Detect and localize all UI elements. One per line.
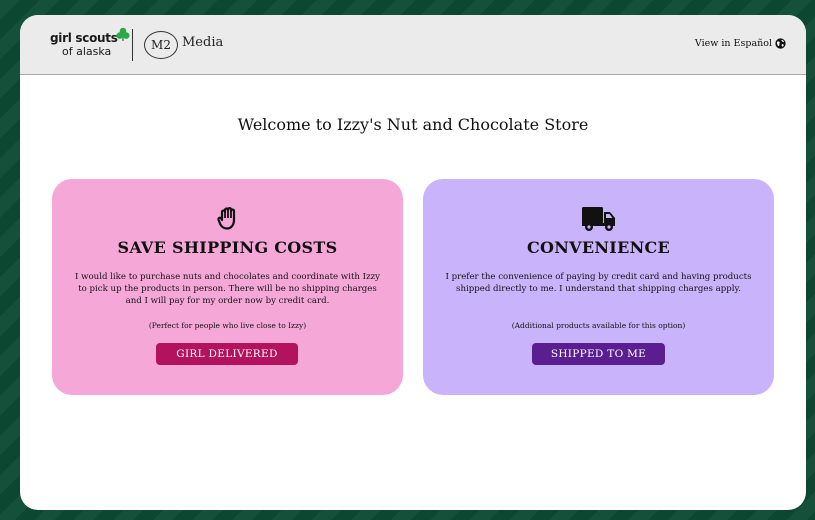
m2-text: Media bbox=[182, 35, 224, 50]
store-window: girl scouts of alaska M2 Media View in E… bbox=[20, 15, 806, 510]
shipped-to-me-button[interactable]: SHIPPED TO ME bbox=[532, 343, 665, 365]
girl-scouts-logo[interactable]: girl scouts of alaska bbox=[50, 27, 140, 61]
globe-icon bbox=[775, 38, 786, 49]
m2-mark: M2 bbox=[144, 31, 178, 59]
option-card-girl-delivered[interactable]: SAVE SHIPPING COSTS I would like to purc… bbox=[52, 179, 403, 395]
card-heading: CONVENIENCE bbox=[526, 238, 671, 257]
card-note: (Additional products available for this … bbox=[511, 321, 686, 330]
raised-hand-icon bbox=[216, 206, 235, 230]
logo-divider bbox=[132, 29, 133, 61]
card-description: I would like to purchase nuts and chocol… bbox=[75, 272, 380, 306]
page-title: Welcome to Izzy's Nut and Chocolate Stor… bbox=[237, 115, 589, 134]
delivery-truck-icon bbox=[581, 207, 615, 231]
card-description: I prefer the convenience of paying by cr… bbox=[445, 272, 752, 294]
header-bar: girl scouts of alaska M2 Media View in E… bbox=[20, 15, 806, 75]
gs-logo-line2: of alaska bbox=[62, 45, 112, 58]
language-link-label: View in Español bbox=[694, 38, 772, 49]
language-link[interactable]: View in Español bbox=[695, 38, 786, 49]
trefoil-icon bbox=[116, 27, 130, 41]
girl-delivered-button[interactable]: GIRL DELIVERED bbox=[156, 343, 298, 365]
card-heading: SAVE SHIPPING COSTS bbox=[117, 238, 338, 257]
gs-logo-line1: girl scouts bbox=[50, 31, 118, 45]
card-note: (Perfect for people who live close to Iz… bbox=[148, 321, 307, 330]
option-card-shipped-to-me[interactable]: CONVENIENCE I prefer the convenience of … bbox=[423, 179, 774, 395]
